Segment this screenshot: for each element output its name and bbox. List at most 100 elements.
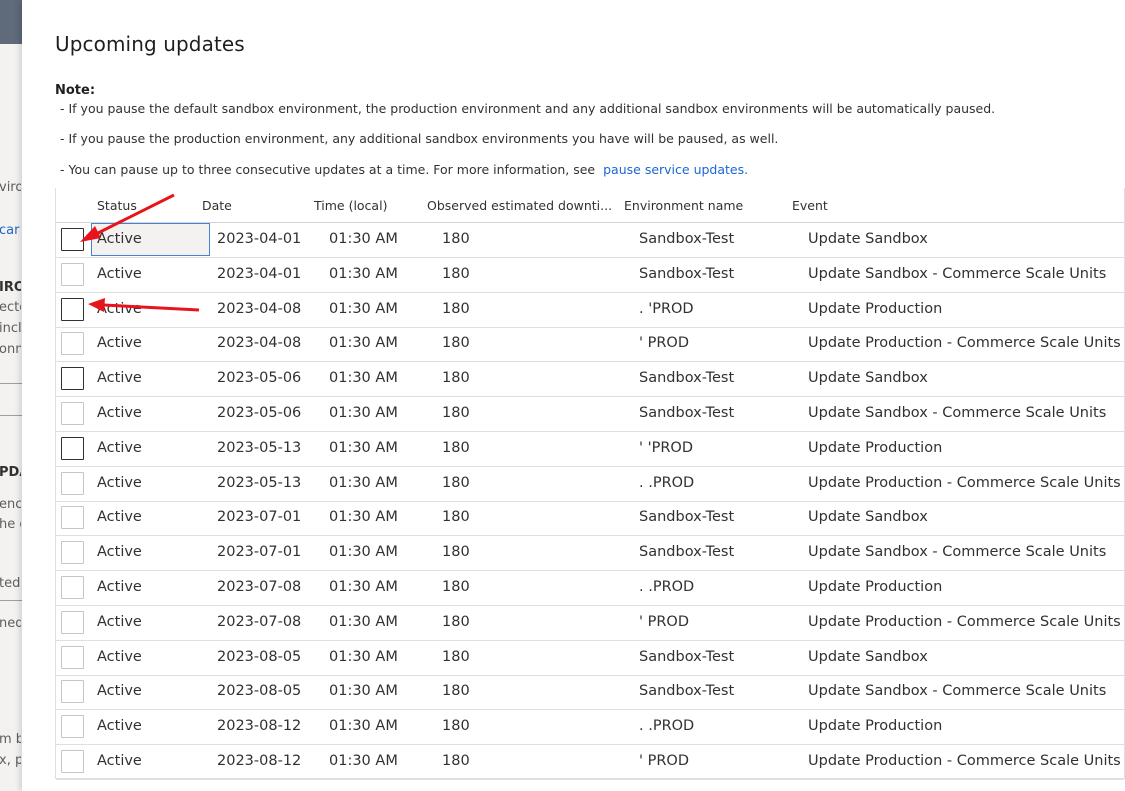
time-cell: 01:30 AM <box>329 718 398 735</box>
time-cell: 01:30 AM <box>329 439 398 456</box>
time-cell: 01:30 AM <box>329 474 398 491</box>
column-header-time[interactable]: Time (local) <box>314 198 387 213</box>
row-checkbox[interactable] <box>61 541 84 565</box>
environment-cell: . .PROD <box>639 718 695 735</box>
status-cell: Active <box>97 265 142 282</box>
table-row[interactable]: Active 2023-05-06 01:30 AM 180 Sandbox-Test U… <box>56 397 1124 432</box>
column-header-date[interactable]: Date <box>202 198 232 213</box>
downtime-cell: 180 <box>442 405 470 421</box>
table-row[interactable]: Active 2023-05-13 01:30 AM 180 . .PROD Update… <box>56 467 1124 502</box>
downtime-cell: 180 <box>442 683 470 700</box>
date-cell: 2023-04-01 <box>217 265 302 282</box>
pause-service-updates-link[interactable]: pause service updates. <box>603 162 748 177</box>
table-row[interactable]: Active 2023-04-01 01:30 AM 180 Sandbox-Test U… <box>56 258 1124 293</box>
status-cell: Active <box>97 474 142 491</box>
row-checkbox[interactable] <box>61 297 84 321</box>
environment-cell: Sandbox-Test <box>639 648 735 665</box>
column-header-status[interactable]: Status <box>97 198 137 213</box>
environment-cell: Sandbox-Test <box>639 544 735 561</box>
row-checkbox[interactable] <box>61 610 84 634</box>
row-checkbox[interactable] <box>61 645 84 669</box>
date-cell: 2023-05-06 <box>217 405 302 421</box>
table-row[interactable]: Active 2023-04-08 01:30 AM 180 . 'PROD Update… <box>56 293 1124 328</box>
event-cell: Update Production <box>808 718 943 735</box>
environment-cell: . .PROD <box>639 579 695 595</box>
date-cell: 2023-07-08 <box>217 613 302 630</box>
table-row[interactable]: Active 2023-08-05 01:30 AM 180 Sandbox-Test U… <box>56 675 1124 711</box>
time-cell: 01:30 AM <box>329 231 398 247</box>
time-cell: 01:30 AM <box>329 335 398 352</box>
time-cell: 01:30 AM <box>329 509 398 526</box>
environment-cell: ' PROD <box>639 753 689 769</box>
date-cell: 2023-08-12 <box>217 753 302 769</box>
status-cell: Active <box>97 579 142 595</box>
date-cell: 2023-05-06 <box>217 370 302 387</box>
downtime-cell: 180 <box>442 265 470 282</box>
time-cell: 01:30 AM <box>329 405 398 421</box>
note-line-3-text: - You can pause up to three consecutive … <box>60 162 596 177</box>
downtime-cell: 180 <box>442 648 470 665</box>
row-checkbox[interactable] <box>61 332 84 356</box>
status-cell: Active <box>97 613 142 630</box>
row-checkbox[interactable] <box>61 471 84 495</box>
status-cell: Active <box>97 509 142 526</box>
status-cell: Active <box>97 648 142 665</box>
row-checkbox[interactable] <box>61 680 84 704</box>
time-cell: 01:30 AM <box>329 579 398 595</box>
background-page: viro car IRO ecte incl onm PDA enc he c … <box>0 0 22 791</box>
row-checkbox[interactable] <box>61 576 84 599</box>
table-row[interactable]: Active 2023-04-08 01:30 AM 180 ' PROD Update … <box>56 327 1124 363</box>
time-cell: 01:30 AM <box>329 648 398 665</box>
row-checkbox[interactable] <box>61 715 84 739</box>
column-header-environment[interactable]: Environment name <box>624 198 743 213</box>
note-line-2: - If you pause the production environmen… <box>60 131 779 146</box>
panel-title: Upcoming updates <box>55 32 245 56</box>
downtime-cell: 180 <box>442 439 470 456</box>
row-checkbox[interactable] <box>61 367 84 391</box>
table-row[interactable]: Active 2023-07-01 01:30 AM 180 Sandbox-Test U… <box>56 536 1124 572</box>
grid-header: Status Date Time (local) Observed estima… <box>56 188 1124 223</box>
row-checkbox[interactable] <box>61 506 84 530</box>
status-cell: Active <box>97 683 142 700</box>
status-cell: Active <box>97 544 142 561</box>
downtime-cell: 180 <box>442 613 470 630</box>
date-cell: 2023-07-01 <box>217 544 302 561</box>
downtime-cell: 180 <box>442 753 470 769</box>
table-row[interactable]: Active 2023-08-05 01:30 AM 180 Sandbox-Test U… <box>56 641 1124 676</box>
date-cell: 2023-08-12 <box>217 718 302 735</box>
row-checkbox[interactable] <box>61 402 84 425</box>
row-checkbox[interactable] <box>61 750 84 773</box>
downtime-cell: 180 <box>442 300 470 317</box>
background-heading: PDA <box>0 465 21 480</box>
environment-cell: . .PROD <box>639 474 695 491</box>
table-row[interactable]: Active 2023-04-01 01:30 AM 180 Sandbox-Test U… <box>56 223 1124 258</box>
table-row[interactable]: Active 2023-08-12 01:30 AM 180 . .PROD Update… <box>56 710 1124 746</box>
date-cell: 2023-05-13 <box>217 474 302 491</box>
status-cell: Active <box>97 335 142 352</box>
column-header-downtime[interactable]: Observed estimated downti... <box>427 198 612 213</box>
event-cell: Update Production <box>808 300 943 317</box>
time-cell: 01:30 AM <box>329 683 398 700</box>
status-cell: Active <box>97 753 142 769</box>
table-row[interactable]: Active 2023-05-06 01:30 AM 180 Sandbox-Test U… <box>56 362 1124 398</box>
row-checkbox[interactable] <box>61 436 84 460</box>
downtime-cell: 180 <box>442 474 470 491</box>
row-checkbox[interactable] <box>61 262 84 286</box>
status-cell: Active <box>97 370 142 387</box>
table-row[interactable]: Active 2023-07-08 01:30 AM 180 ' PROD Update … <box>56 606 1124 641</box>
updates-grid: Status Date Time (local) Observed estima… <box>55 188 1125 780</box>
event-cell: Update Sandbox <box>808 231 928 247</box>
date-cell: 2023-04-01 <box>217 231 302 247</box>
column-header-event[interactable]: Event <box>792 198 828 213</box>
date-cell: 2023-07-01 <box>217 509 302 526</box>
status-cell: Active <box>97 718 142 735</box>
event-cell: Update Sandbox <box>808 370 928 387</box>
table-row[interactable]: Active 2023-05-13 01:30 AM 180 ' 'PROD Update… <box>56 432 1124 467</box>
date-cell: 2023-08-05 <box>217 683 302 700</box>
row-checkbox[interactable] <box>61 228 84 251</box>
event-cell: Update Production - Commerce Scale Units <box>808 335 1121 352</box>
table-row[interactable]: Active 2023-07-01 01:30 AM 180 Sandbox-Test U… <box>56 501 1124 537</box>
table-row[interactable]: Active 2023-07-08 01:30 AM 180 . .PROD Update… <box>56 571 1124 606</box>
table-row[interactable]: Active 2023-08-12 01:30 AM 180 ' PROD Update … <box>56 745 1124 780</box>
event-cell: Update Sandbox <box>808 509 928 526</box>
